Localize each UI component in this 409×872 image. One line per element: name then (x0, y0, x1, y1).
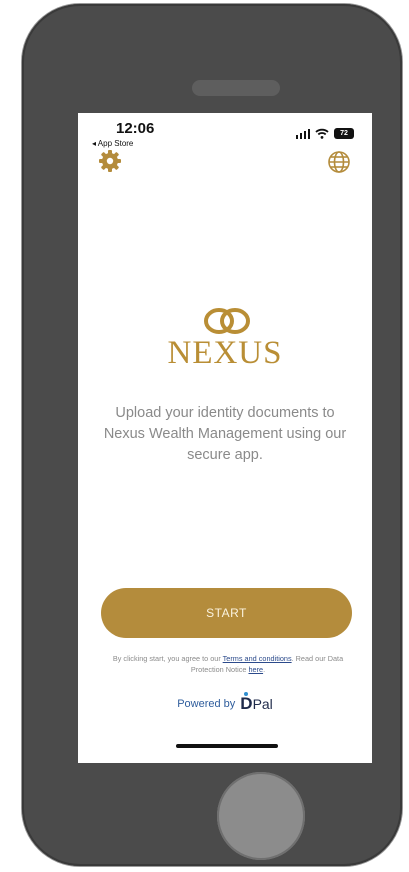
terms-suffix: . (263, 665, 266, 674)
status-bar: 12:06 ◂ App Store 72 (78, 113, 372, 153)
signal-icon (295, 128, 310, 139)
dpal-logo-pal: Pal (252, 696, 273, 712)
home-indicator[interactable] (176, 744, 278, 748)
terms-prefix: By clicking start, you agree to our (112, 654, 223, 663)
data-protection-here-link[interactable]: here (248, 665, 263, 674)
wifi-icon (315, 128, 329, 139)
brand-wordmark: NEXUS (167, 335, 283, 371)
dpal-logo-d: D (240, 694, 253, 713)
terms-and-conditions-link[interactable]: Terms and conditions (223, 654, 292, 663)
back-to-app-store[interactable]: ◂ App Store (92, 139, 133, 148)
battery-icon: 72 (334, 128, 354, 139)
powered-by-label: Powered by (177, 698, 236, 710)
gear-icon[interactable] (98, 149, 122, 173)
app-screen: 12:06 ◂ App Store 72 NEXUS Upload your i… (78, 113, 372, 763)
home-button[interactable] (217, 772, 305, 860)
status-time: 12:06 (116, 120, 155, 137)
tagline: Upload your identity documents to Nexus … (103, 405, 347, 463)
status-icons: 72 (295, 128, 354, 139)
powered-by: Powered by DPal (78, 692, 372, 714)
dpal-logo: DPal (240, 692, 273, 714)
globe-icon[interactable] (326, 149, 352, 175)
battery-level: 72 (340, 130, 348, 137)
nexus-rings-logo (204, 308, 250, 334)
speaker-grille (192, 80, 280, 96)
terms-notice: By clicking start, you agree to our Term… (98, 653, 358, 675)
start-button[interactable]: START (101, 588, 352, 638)
